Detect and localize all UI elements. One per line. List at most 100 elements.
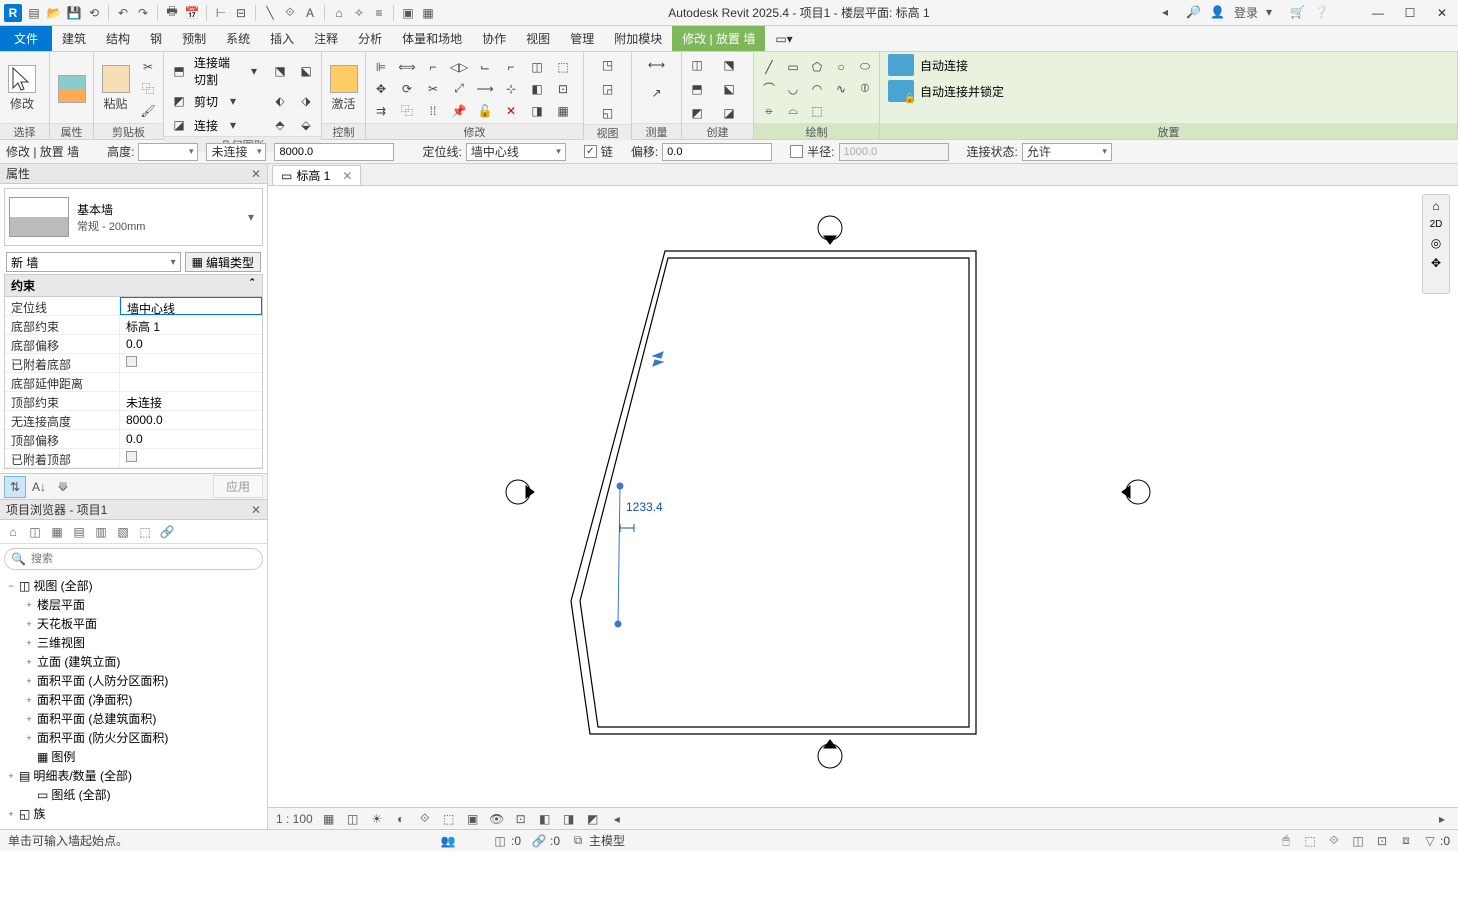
tree-node-6[interactable]: +面积平面 (总建筑面积) bbox=[0, 709, 267, 728]
scale-icon[interactable]: ⤢ bbox=[448, 79, 470, 99]
autoconnect-lock-label[interactable]: 自动连接并锁定 bbox=[920, 83, 1004, 100]
close-button[interactable]: ✕ bbox=[1430, 3, 1454, 23]
maximize-button[interactable]: ☐ bbox=[1398, 3, 1422, 23]
create1-icon[interactable]: ◫ bbox=[686, 55, 708, 75]
tab-struct[interactable]: 结构 bbox=[96, 26, 140, 51]
pin-icon[interactable]: 📌 bbox=[448, 101, 470, 121]
geom-b-icon[interactable]: ⬕ bbox=[295, 60, 317, 82]
qat-sync-icon[interactable]: ⟲ bbox=[86, 5, 102, 21]
sel2-icon[interactable]: ⬚ bbox=[1302, 833, 1318, 849]
split2-icon[interactable]: ⊹ bbox=[500, 79, 522, 99]
tree-node-2[interactable]: +三维视图 bbox=[0, 633, 267, 652]
measure-icon[interactable]: ⟷ bbox=[646, 54, 668, 76]
qat-cal-icon[interactable]: 📅 bbox=[184, 5, 200, 21]
reveal-icon[interactable]: ⊡ bbox=[513, 811, 529, 827]
tree-node-4[interactable]: +面积平面 (人防分区面积) bbox=[0, 671, 267, 690]
opt-radius-input[interactable] bbox=[839, 143, 949, 161]
br-views-icon[interactable]: ◫ bbox=[26, 523, 44, 541]
tab-addins[interactable]: 附加模块 bbox=[604, 26, 672, 51]
qat-save-icon[interactable]: 💾 bbox=[66, 5, 82, 21]
qat-new-icon[interactable]: ▤ bbox=[26, 5, 42, 21]
geom-a-icon[interactable]: ⬔ bbox=[269, 60, 291, 82]
split-icon[interactable]: ✂ bbox=[422, 79, 444, 99]
rotate-icon[interactable]: ⟳ bbox=[396, 79, 418, 99]
qat-undo-icon[interactable]: ↶ bbox=[115, 5, 131, 21]
opt-conn-dd[interactable]: 允许 bbox=[1022, 143, 1112, 161]
geom-f-icon[interactable]: ⬙ bbox=[295, 114, 317, 136]
properties-close-icon[interactable]: ✕ bbox=[251, 167, 261, 181]
prop-row-4[interactable]: 底部延伸距离 bbox=[5, 373, 262, 392]
tree-node-1[interactable]: +天花板平面 bbox=[0, 614, 267, 633]
cut-icon[interactable]: ✂ bbox=[137, 57, 159, 77]
tab-view[interactable]: 视图 bbox=[516, 26, 560, 51]
property-grid[interactable]: 约束⌃ 定位线墙中心线底部约束标高 1底部偏移0.0已附着底部底部延伸距离顶部约… bbox=[4, 274, 263, 469]
join-icon[interactable]: ◪ bbox=[168, 114, 190, 136]
extend-icon[interactable]: ⟶ bbox=[474, 79, 496, 99]
model-icon[interactable]: ◫ bbox=[492, 833, 508, 849]
tab-analyze[interactable]: 分析 bbox=[348, 26, 392, 51]
draw-fillet-icon[interactable]: ⌓ bbox=[782, 101, 804, 121]
sel3-icon[interactable]: ⟐ bbox=[1326, 833, 1342, 849]
qat-home-icon[interactable]: ⌂ bbox=[331, 5, 347, 21]
prop-row-1[interactable]: 底部约束标高 1 bbox=[5, 316, 262, 335]
st-a-icon[interactable] bbox=[466, 833, 482, 849]
m4-icon[interactable]: ⬚ bbox=[552, 57, 574, 77]
view1-icon[interactable]: ◳ bbox=[597, 54, 619, 76]
create3-icon[interactable]: ◩ bbox=[686, 103, 708, 123]
activate-button[interactable]: 激活 bbox=[326, 61, 361, 117]
measure2-icon[interactable]: ↗ bbox=[646, 82, 668, 104]
browser-search-input[interactable] bbox=[4, 548, 263, 570]
create5-icon[interactable]: ⬕ bbox=[718, 79, 740, 99]
draw-poly-icon[interactable]: ⬠ bbox=[806, 57, 828, 77]
cut-geom-label[interactable]: 剪切 bbox=[194, 93, 218, 110]
copy-m-icon[interactable]: ⿻ bbox=[396, 101, 418, 121]
qat-star-icon[interactable]: ✧ bbox=[351, 5, 367, 21]
opt-topconstraint-dd[interactable]: 未连接 bbox=[206, 143, 266, 161]
opt-radius-check[interactable] bbox=[790, 145, 803, 158]
prop-tb2-icon[interactable]: A↓ bbox=[28, 476, 50, 498]
array-icon[interactable]: ⁞⁞ bbox=[422, 101, 444, 121]
create6-icon[interactable]: ◪ bbox=[718, 103, 740, 123]
file-tab[interactable]: 文件 bbox=[0, 26, 52, 51]
vc-next-icon[interactable]: ▸ bbox=[1434, 811, 1450, 827]
search-help-icon[interactable]: 🔎 bbox=[1186, 5, 1202, 21]
draw-ellipse-icon[interactable]: ⬭ bbox=[854, 57, 876, 77]
prop-row-5[interactable]: 顶部约束未连接 bbox=[5, 392, 262, 411]
nav-wheel-icon[interactable]: ◎ bbox=[1431, 236, 1441, 250]
draw-arc3-icon[interactable]: ◠ bbox=[806, 79, 828, 99]
br-link-icon[interactable]: 🔗 bbox=[158, 523, 176, 541]
tab-manage[interactable]: 管理 bbox=[560, 26, 604, 51]
user-icon[interactable]: 👤 bbox=[1210, 5, 1226, 21]
browser-close-icon[interactable]: ✕ bbox=[251, 503, 261, 517]
br-legend-icon[interactable]: ▧ bbox=[114, 523, 132, 541]
tree-node-5[interactable]: +面积平面 (净面积) bbox=[0, 690, 267, 709]
view2-icon[interactable]: ◲ bbox=[597, 78, 619, 100]
help-icon[interactable]: ❔ bbox=[1314, 5, 1330, 21]
properties-button[interactable] bbox=[54, 61, 89, 117]
create2-icon[interactable]: ⬒ bbox=[686, 79, 708, 99]
shadow-icon[interactable]: ◐ bbox=[393, 811, 409, 827]
sun-icon[interactable]: ☀ bbox=[369, 811, 385, 827]
prop-row-7[interactable]: 顶部偏移0.0 bbox=[5, 430, 262, 449]
draw-circ-icon[interactable]: ○ bbox=[830, 57, 852, 77]
nav-pan-icon[interactable]: ✥ bbox=[1431, 256, 1441, 270]
br-home-icon[interactable]: ⌂ bbox=[4, 523, 22, 541]
draw-partial-icon[interactable]: ⦶ bbox=[854, 79, 876, 99]
modify-tool[interactable]: 修改 bbox=[4, 61, 40, 117]
m1-icon[interactable]: ◫ bbox=[526, 57, 548, 77]
qat-align-icon[interactable]: ⊟ bbox=[233, 5, 249, 21]
tab-collab[interactable]: 协作 bbox=[472, 26, 516, 51]
prop-row-6[interactable]: 无连接高度8000.0 bbox=[5, 411, 262, 430]
draw-tan-icon[interactable]: ⦵ bbox=[758, 101, 780, 121]
scale-button[interactable]: 1 : 100 bbox=[276, 812, 313, 826]
tab-end-icon[interactable]: ▭▾ bbox=[765, 26, 802, 51]
offset-icon[interactable]: ⇉ bbox=[370, 101, 392, 121]
hide-icon[interactable]: 👁 bbox=[489, 811, 505, 827]
instance-filter-dd[interactable]: 新 墙 bbox=[6, 252, 181, 272]
dropdown-icon[interactable]: ▾ bbox=[1266, 5, 1282, 21]
move-icon[interactable]: ✥ bbox=[370, 79, 392, 99]
draw-rect-icon[interactable]: ▭ bbox=[782, 57, 804, 77]
filter-icon[interactable]: ▽ bbox=[1422, 833, 1438, 849]
nav-bar[interactable]: ⌂ 2D ◎ ✥ bbox=[1422, 194, 1450, 294]
qat-line-icon[interactable]: ╲ bbox=[262, 5, 278, 21]
